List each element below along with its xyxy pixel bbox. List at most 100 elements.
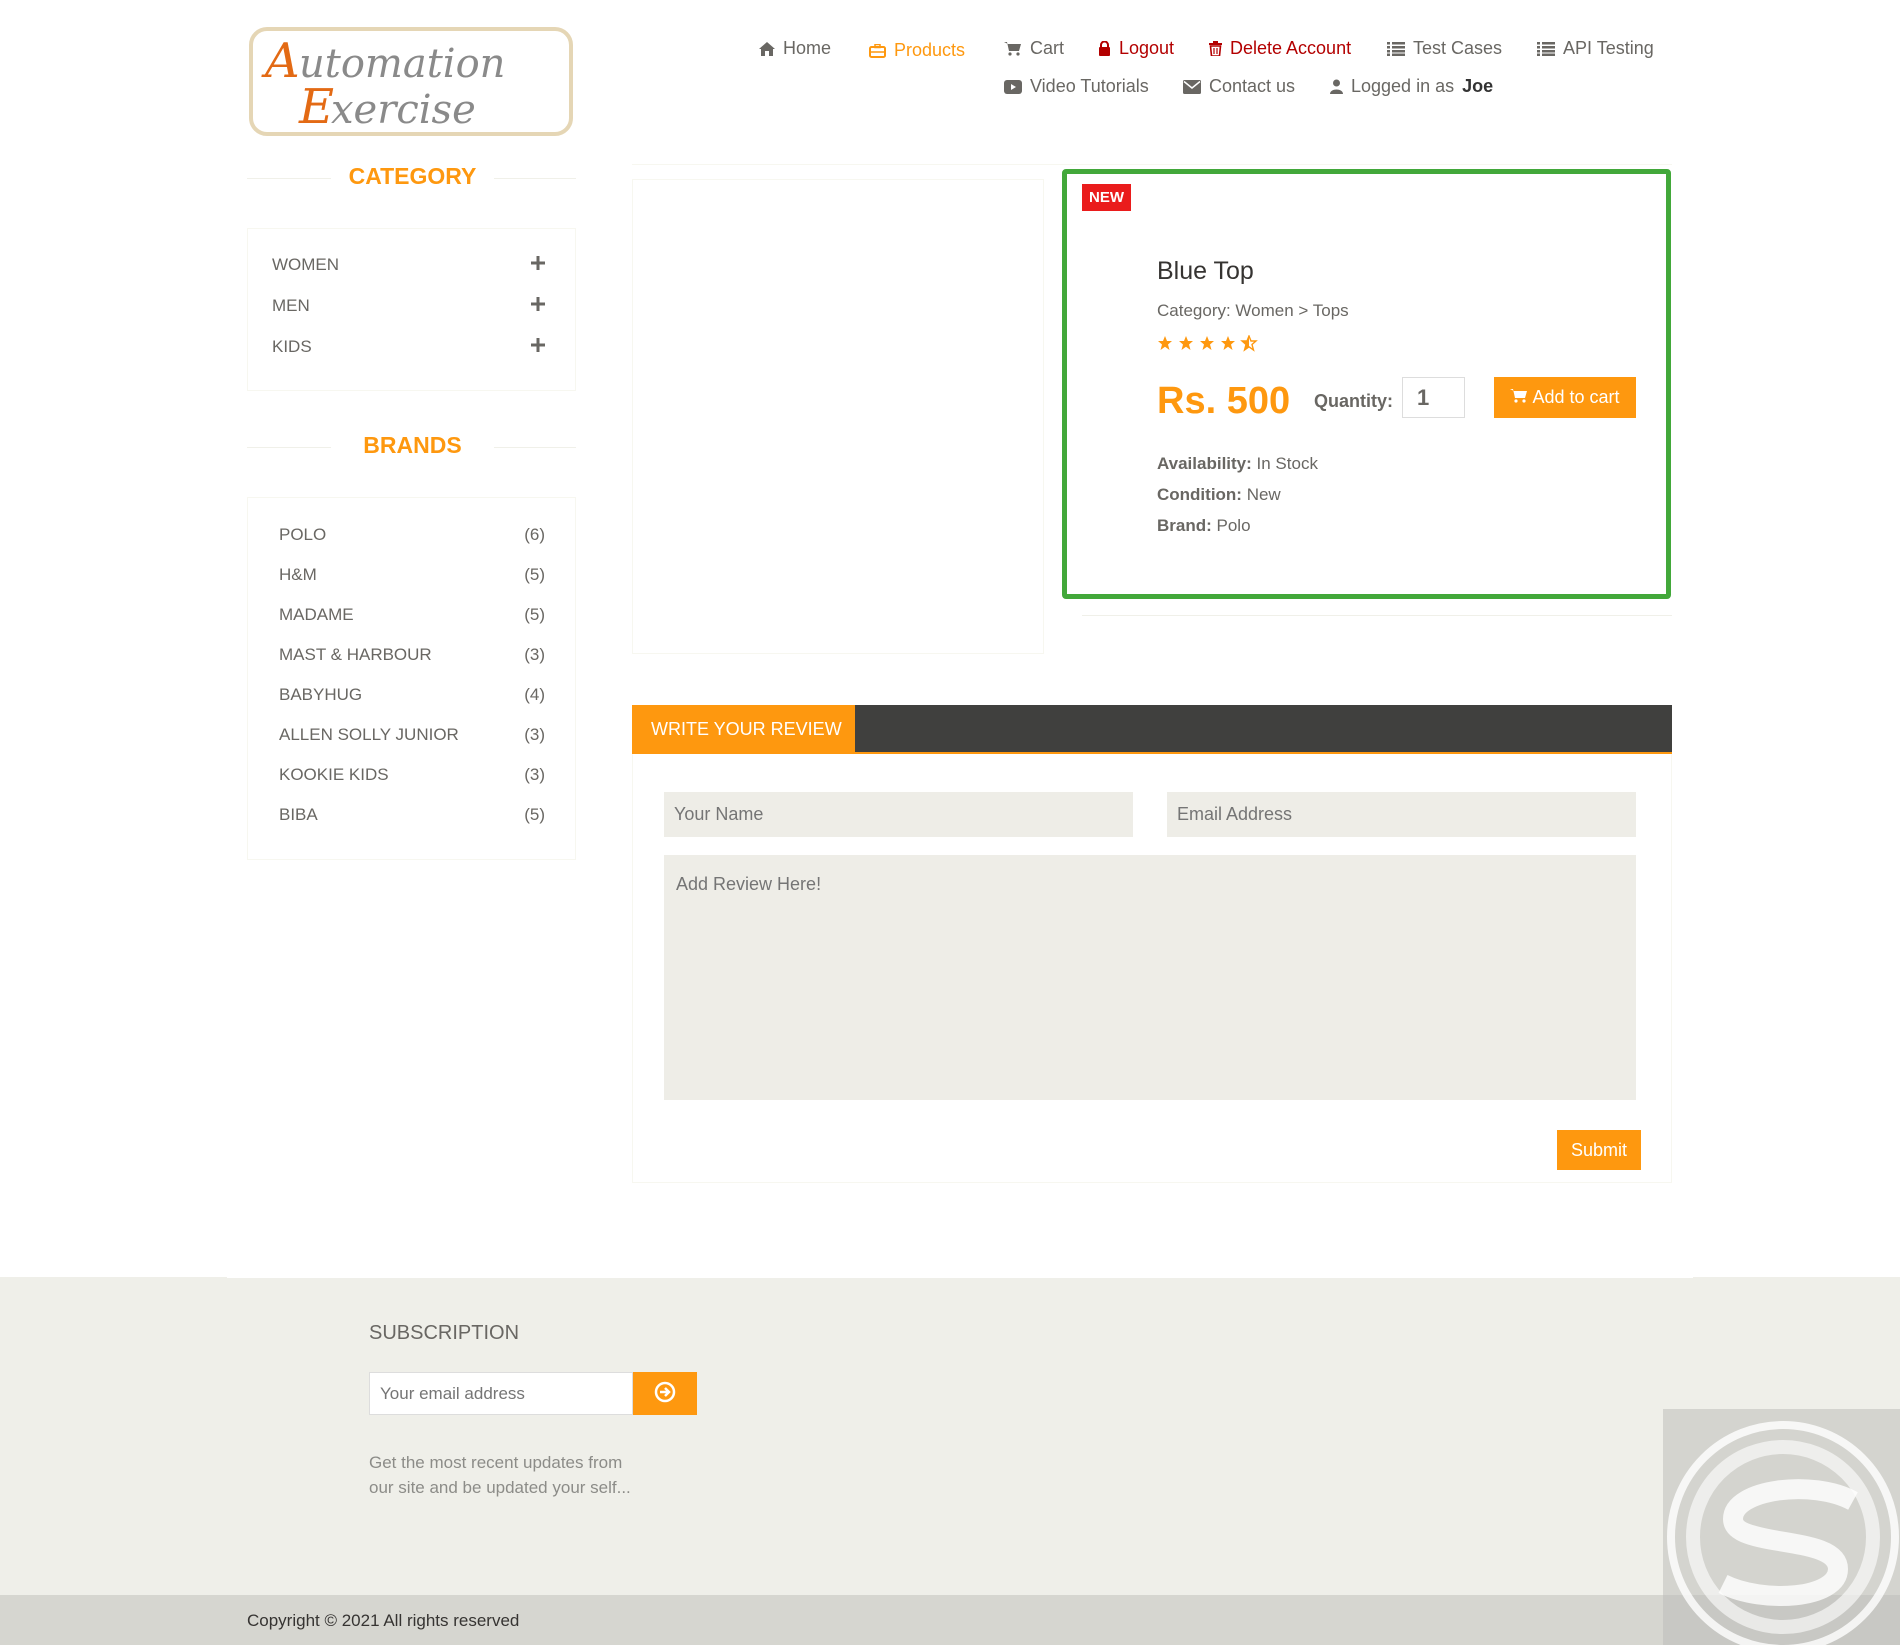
- subscription-text-line: our site and be updated your self...: [369, 1478, 631, 1497]
- nav-home-label: Home: [783, 38, 832, 58]
- nav-products[interactable]: Products: [869, 40, 965, 61]
- brand-label: MAST & HARBOUR: [279, 645, 432, 664]
- nav-contact-us-label: Contact us: [1209, 76, 1296, 96]
- category-item-kids[interactable]: KIDS: [272, 337, 545, 357]
- plus-icon[interactable]: [531, 337, 545, 357]
- product-information: NEW Blue Top Category: Women > Tops Rs. …: [1062, 169, 1671, 599]
- brand: Brand: Polo: [1157, 516, 1251, 536]
- brand-item-kookie-kids[interactable]: KOOKIE KIDS (3): [279, 765, 545, 785]
- brand-value: Polo: [1211, 516, 1251, 535]
- add-to-cart-button[interactable]: Add to cart: [1494, 377, 1636, 418]
- category-title: CATEGORY: [348, 163, 477, 189]
- subscription-title: SUBSCRIPTION: [369, 1322, 520, 1344]
- star-icon: [1179, 336, 1193, 350]
- brand-item-mast-harbour[interactable]: MAST & HARBOUR (3): [279, 645, 545, 665]
- nav-video-tutorials[interactable]: Video Tutorials: [1004, 76, 1149, 97]
- nav-home[interactable]: Home: [759, 38, 831, 59]
- review-name-input[interactable]: [664, 792, 1133, 837]
- brand-count: (5): [524, 565, 545, 584]
- envelope-icon: [1183, 79, 1201, 94]
- nav-test-cases[interactable]: Test Cases: [1387, 38, 1502, 59]
- brand-item-polo[interactable]: POLO (6): [279, 525, 545, 545]
- subscription-email-input[interactable]: [369, 1372, 633, 1415]
- nav-test-cases-label: Test Cases: [1413, 38, 1503, 58]
- brand-count: (5): [524, 805, 545, 824]
- condition: Condition: New: [1157, 485, 1281, 505]
- condition-value: New: [1241, 485, 1281, 504]
- logo-graphic: A utomation E xercise: [261, 33, 505, 132]
- tab-write-review[interactable]: WRITE YOUR REVIEW: [632, 705, 855, 753]
- logo-initial-a: A: [261, 33, 300, 89]
- home-icon: [759, 41, 775, 56]
- user-icon: [1330, 79, 1343, 94]
- category-item-women[interactable]: WOMEN: [272, 255, 545, 275]
- category-title-line-right: [494, 178, 576, 179]
- product-price: Rs. 500: [1157, 380, 1291, 422]
- logo-text-2: xercise: [331, 87, 476, 132]
- rating-stars: [1157, 334, 1261, 357]
- brand-label: POLO: [279, 525, 327, 544]
- subscribe-button[interactable]: [633, 1372, 697, 1415]
- brands-title: BRANDS: [363, 432, 462, 458]
- site-logo[interactable]: A utomation E xercise: [249, 27, 573, 136]
- review-textarea[interactable]: [664, 855, 1636, 1100]
- briefcase-icon: [869, 43, 886, 58]
- list-icon: [1537, 41, 1555, 56]
- list-icon: [1387, 41, 1405, 56]
- trash-icon: [1209, 41, 1222, 56]
- product-info-bottom-border: [1082, 615, 1672, 616]
- quantity-label: Quantity:: [1314, 391, 1393, 411]
- cart-icon: [1510, 387, 1528, 408]
- quantity-input[interactable]: [1402, 377, 1465, 418]
- review-form: Submit: [632, 754, 1672, 1183]
- brand-label: KOOKIE KIDS: [279, 765, 389, 784]
- plus-icon[interactable]: [531, 296, 545, 316]
- brand-item-babyhug[interactable]: BABYHUG (4): [279, 685, 545, 705]
- product-category: Category: Women > Tops: [1157, 301, 1349, 320]
- product-top-border: [632, 164, 1672, 165]
- brand-label: BIBA: [279, 805, 318, 824]
- nav-logout-label: Logout: [1119, 38, 1175, 58]
- category-label: KIDS: [272, 337, 312, 356]
- nav-logout[interactable]: Logout: [1098, 38, 1174, 59]
- nav-contact-us[interactable]: Contact us: [1183, 76, 1295, 97]
- nav-api-testing[interactable]: API Testing: [1537, 38, 1654, 59]
- category-item-men[interactable]: MEN: [272, 296, 545, 316]
- add-to-cart-label: Add to cart: [1532, 387, 1620, 407]
- plus-icon[interactable]: [531, 255, 545, 275]
- star-icon: [1158, 336, 1172, 350]
- logo-initial-e: E: [298, 79, 334, 132]
- footer-widget: [0, 1277, 1900, 1595]
- nav-delete-account[interactable]: Delete Account: [1209, 38, 1351, 59]
- review-email-input[interactable]: [1167, 792, 1636, 837]
- watermark-overlay: [1663, 1409, 1900, 1645]
- availability-label: Availability:: [1157, 454, 1252, 473]
- star-icon: [1221, 336, 1235, 350]
- brand-count: (6): [524, 525, 545, 544]
- brand-item-hm[interactable]: H&M (5): [279, 565, 545, 585]
- brand-count: (5): [524, 605, 545, 624]
- brand-item-allen-solly-junior[interactable]: ALLEN SOLLY JUNIOR (3): [279, 725, 545, 745]
- nav-video-tutorials-label: Video Tutorials: [1030, 76, 1149, 96]
- submit-review-button[interactable]: Submit: [1557, 1130, 1641, 1170]
- nav-products-label: Products: [894, 40, 966, 60]
- brands-title-line-right: [494, 447, 576, 448]
- availability-value: In Stock: [1251, 454, 1318, 473]
- brand-count: (4): [524, 685, 545, 704]
- brand-label: ALLEN SOLLY JUNIOR: [279, 725, 459, 744]
- brand-label: H&M: [279, 565, 317, 584]
- brand-label: MADAME: [279, 605, 354, 624]
- watermark-logo-icon: [1667, 1421, 1899, 1645]
- category-label: WOMEN: [272, 255, 340, 274]
- brand-item-madame[interactable]: MADAME (5): [279, 605, 545, 625]
- brands-title-line-left: [247, 447, 331, 448]
- copyright: Copyright © 2021 All rights reserved: [247, 1611, 520, 1630]
- brand-count: (3): [524, 645, 545, 664]
- brand-label: BABYHUG: [279, 685, 363, 704]
- brand-count: (3): [524, 765, 545, 784]
- nav-cart[interactable]: Cart: [1004, 38, 1064, 59]
- brand-item-biba[interactable]: BIBA (5): [279, 805, 545, 825]
- category-label: MEN: [272, 296, 310, 315]
- new-badge: NEW: [1082, 184, 1131, 211]
- logged-in-label: Logged in as: [1351, 76, 1455, 96]
